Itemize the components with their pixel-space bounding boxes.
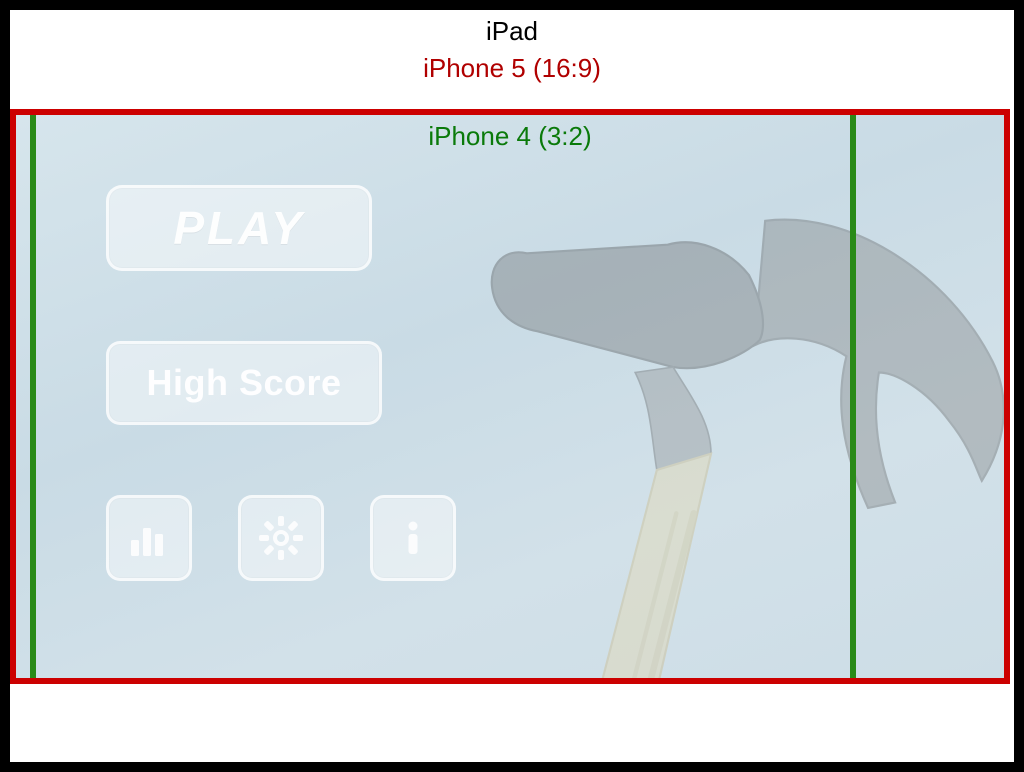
iphone5-frame: iPhone 4 (3:2) PLAY High Score [10,109,1010,684]
highscore-button-label: High Score [146,362,341,404]
highscore-button[interactable]: High Score [106,341,382,425]
iphone4-guide-right [850,115,856,678]
hammer-image [386,145,1010,684]
play-button-label: PLAY [173,201,304,255]
stats-icon [127,516,171,560]
icon-button-row [106,495,456,581]
settings-button[interactable] [238,495,324,581]
main-menu: PLAY High Score [106,185,456,581]
frame-labels: iPad iPhone 5 (16:9) [10,14,1014,86]
ipad-frame: iPad iPhone 5 (16:9) iPhone 4 (3:2) PLAY… [0,0,1024,772]
iphone4-guide-left [30,115,36,678]
stats-button[interactable] [106,495,192,581]
play-button[interactable]: PLAY [106,185,372,271]
info-button[interactable] [370,495,456,581]
info-icon [391,516,435,560]
gear-icon [257,514,305,562]
iphone5-label: iPhone 5 (16:9) [10,51,1014,86]
ipad-label: iPad [10,14,1014,49]
